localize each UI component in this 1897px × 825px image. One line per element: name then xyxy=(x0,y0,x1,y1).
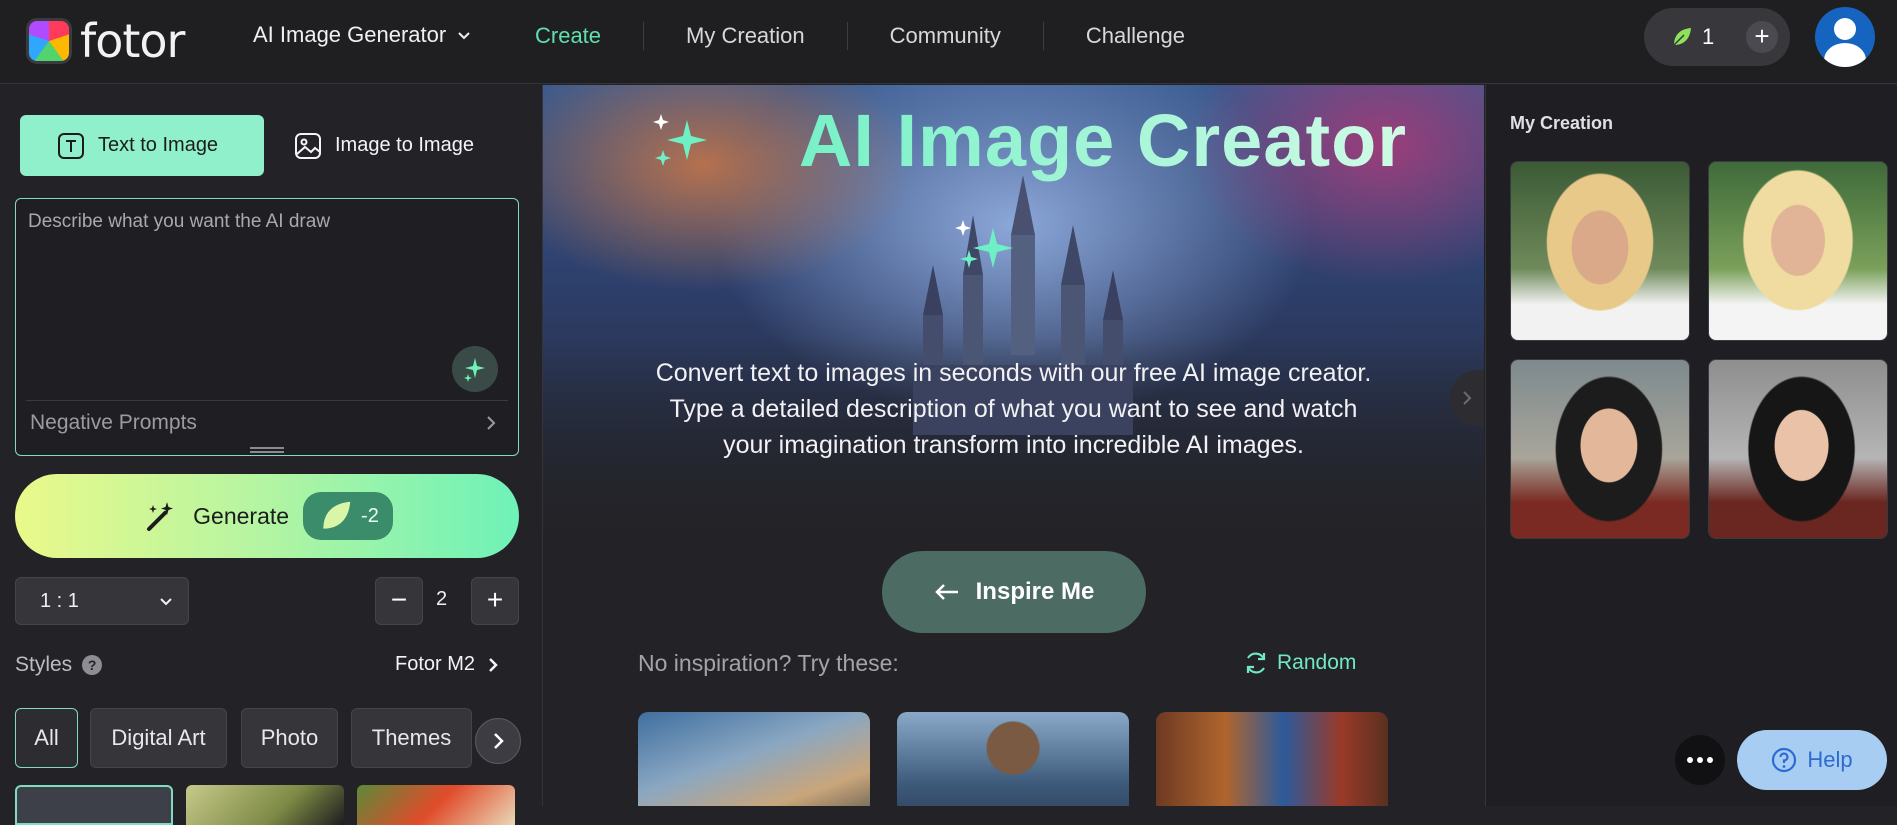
generator-menu-label: AI Image Generator xyxy=(253,22,447,47)
no-inspiration-text: No inspiration? Try these: xyxy=(638,650,899,676)
more-options-button[interactable] xyxy=(1675,735,1725,785)
style-chip-photo[interactable]: Photo xyxy=(241,708,338,768)
styles-next-button[interactable] xyxy=(475,718,521,764)
sparkle-icon xyxy=(464,358,485,382)
style-chip-digital-art[interactable]: Digital Art xyxy=(90,708,227,768)
prompt-box: Negative Prompts xyxy=(15,198,519,456)
avatar-body xyxy=(1824,43,1866,67)
inspire-me-button[interactable]: Inspire Me xyxy=(882,551,1146,633)
sample-image-women[interactable] xyxy=(1156,712,1388,806)
text-box-icon xyxy=(58,132,84,159)
ai-image-generator-menu[interactable]: AI Image Generator xyxy=(253,22,472,48)
sample-image-cat[interactable] xyxy=(638,712,870,806)
image-icon xyxy=(295,132,321,159)
random-label: Random xyxy=(1277,651,1357,674)
hero-description: Convert text to images in seconds with o… xyxy=(655,359,1372,459)
model-selector[interactable]: Fotor M2 xyxy=(395,653,499,676)
sparkle-icon xyxy=(955,220,1013,268)
leaf-icon xyxy=(323,501,351,529)
creation-thumb-3[interactable] xyxy=(1510,359,1690,539)
hero-background-image: AI Image Creator Convert text to images … xyxy=(543,85,1484,545)
text-to-image-tab[interactable]: Text to Image xyxy=(20,115,264,176)
help-button[interactable]: Help xyxy=(1737,730,1887,790)
nav-my-creation[interactable]: My Creation xyxy=(643,22,847,50)
credits-pill[interactable]: 1 + xyxy=(1644,8,1790,66)
nav-create[interactable]: Create xyxy=(512,22,643,50)
help-icon[interactable]: ? xyxy=(82,655,103,675)
logo-text: fotor xyxy=(80,14,185,68)
creation-thumb-4[interactable] xyxy=(1708,359,1888,539)
ai-enhance-prompt-button[interactable] xyxy=(452,346,498,392)
top-bar: fotor AI Image Generator Create My Creat… xyxy=(0,0,1897,84)
page-title: AI Image Creator xyxy=(743,98,1463,183)
question-circle-icon xyxy=(1772,747,1797,773)
main-nav: Create My Creation Community Challenge xyxy=(512,22,1227,50)
generate-label: Generate xyxy=(193,502,290,529)
minus-icon: − xyxy=(390,584,408,615)
quantity-increase-button[interactable]: + xyxy=(471,577,519,625)
left-panel: Text to Image Image to Image Negative Pr… xyxy=(0,85,543,825)
arrow-left-icon xyxy=(934,584,958,600)
refresh-icon xyxy=(1246,652,1266,674)
nav-challenge[interactable]: Challenge xyxy=(1042,22,1227,50)
prompt-input[interactable] xyxy=(28,211,503,351)
style-thumb-3[interactable] xyxy=(357,785,515,825)
chevron-right-icon xyxy=(489,657,498,672)
creation-thumb-2[interactable] xyxy=(1708,161,1888,341)
model-name: Fotor M2 xyxy=(395,653,476,675)
styles-label: Styles xyxy=(15,653,73,676)
styles-heading: Styles ? xyxy=(15,653,103,677)
style-chip-themes[interactable]: Themes xyxy=(351,708,472,768)
plus-icon: + xyxy=(1754,21,1770,51)
plus-icon: + xyxy=(486,584,504,615)
random-button[interactable]: Random xyxy=(1243,650,1356,676)
creation-thumb-1[interactable] xyxy=(1510,161,1690,341)
avatar-head xyxy=(1834,18,1856,40)
sample-image-athlete[interactable] xyxy=(897,712,1129,806)
add-credits-button[interactable]: + xyxy=(1746,21,1778,53)
main-content: AI Image Creator Convert text to images … xyxy=(543,85,1484,806)
quantity-decrease-button[interactable]: − xyxy=(375,577,423,625)
quantity-value: 2 xyxy=(436,588,448,610)
fotor-logo[interactable]: fotor xyxy=(26,14,185,68)
style-chip-all[interactable]: All xyxy=(15,708,78,768)
negative-prompts-toggle[interactable]: Negative Prompts xyxy=(26,400,508,444)
generate-cost: -2 xyxy=(361,504,379,527)
negative-prompts-label: Negative Prompts xyxy=(30,410,197,434)
magic-wand-icon xyxy=(147,502,174,531)
generate-cost-badge: -2 xyxy=(303,492,393,540)
chevron-right-icon xyxy=(1463,391,1472,405)
fotor-logo-icon xyxy=(26,18,72,64)
leaf-icon xyxy=(1673,28,1691,46)
chevron-down-icon xyxy=(160,598,172,606)
inspire-me-label: Inspire Me xyxy=(975,578,1095,605)
sparkle-icon xyxy=(653,114,707,166)
credits-count: 1 xyxy=(1702,24,1715,49)
my-creation-panel: My Creation xyxy=(1485,85,1897,806)
chevron-right-icon xyxy=(487,415,496,430)
style-thumb-1[interactable] xyxy=(15,785,173,825)
style-thumb-2[interactable] xyxy=(186,785,344,825)
help-label: Help xyxy=(1807,747,1853,772)
aspect-ratio-select[interactable]: 1 : 1 xyxy=(15,577,189,625)
text-to-image-label: Text to Image xyxy=(98,134,219,156)
resize-handle[interactable] xyxy=(250,447,284,453)
aspect-ratio-value: 1 : 1 xyxy=(40,589,79,612)
chevron-down-icon xyxy=(458,32,470,40)
nav-community[interactable]: Community xyxy=(846,22,1043,50)
dot xyxy=(1707,757,1713,763)
dot xyxy=(1687,757,1693,763)
image-to-image-tab[interactable]: Image to Image xyxy=(276,115,516,176)
chevron-right-icon xyxy=(494,733,504,749)
image-to-image-label: Image to Image xyxy=(335,134,474,156)
dot xyxy=(1697,757,1703,763)
generate-button[interactable]: Generate -2 xyxy=(15,474,519,558)
my-creation-title: My Creation xyxy=(1510,113,1614,133)
user-avatar-icon[interactable] xyxy=(1815,7,1875,67)
